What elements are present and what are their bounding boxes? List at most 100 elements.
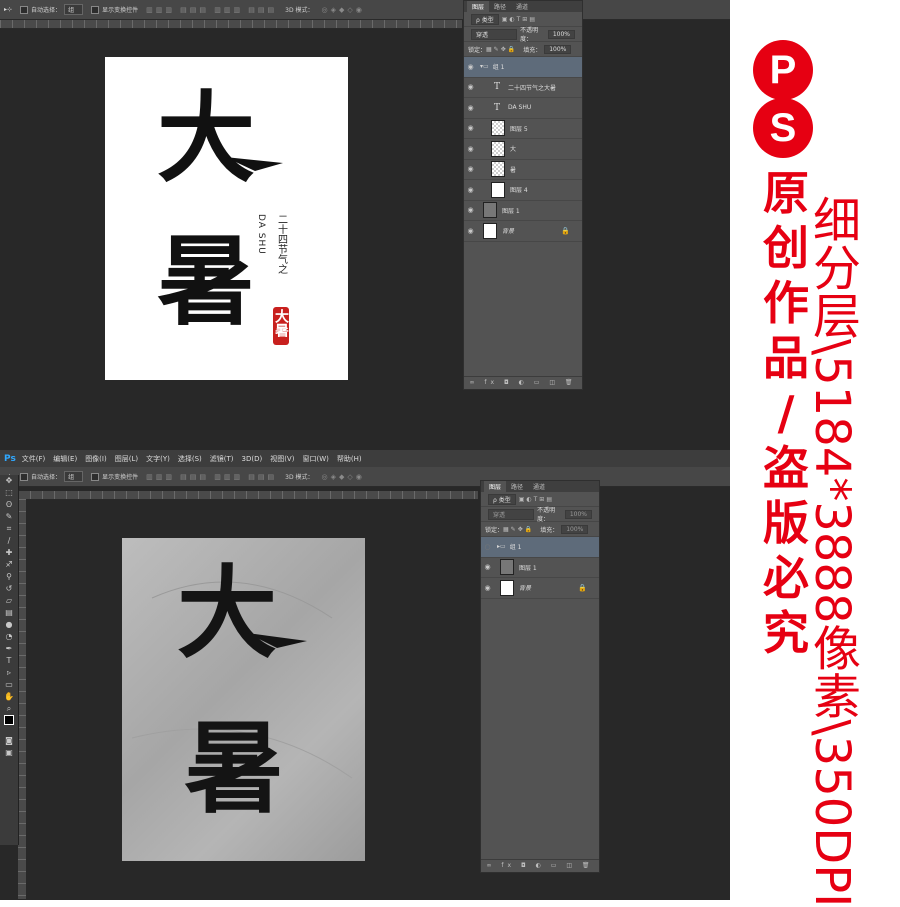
lock-icons[interactable]: ▦✎✥🔒 [486, 46, 517, 53]
gradient-tool-icon[interactable]: ▤ [0, 607, 18, 619]
show-transform-checkbox[interactable] [91, 472, 100, 481]
stamp-tool-icon[interactable]: ⚲ [0, 571, 18, 583]
layer-background[interactable]: ◉ 背景 🔒 [464, 221, 582, 242]
layer-text-title[interactable]: ◉ T 二十四节气之大暑 [464, 78, 582, 98]
show-transform-option[interactable]: 显示变换控件 [91, 5, 138, 14]
auto-select-checkbox[interactable] [20, 472, 29, 481]
menu-window[interactable]: 窗口(W) [302, 454, 328, 464]
auto-select-option[interactable]: 自动选择：组 [20, 471, 84, 482]
3d-mode-label: 3D 模式： [285, 474, 314, 481]
menu-select[interactable]: 选择(S) [178, 454, 202, 464]
3d-mode-icons[interactable]: ◎◈◆◇◉ [322, 473, 365, 481]
eye-icon[interactable]: ◉ [464, 83, 477, 91]
color-swatch-icon[interactable] [0, 715, 18, 735]
eye-icon[interactable]: ◉ [464, 63, 477, 71]
layer-1[interactable]: ◉ 图层 1 [481, 558, 599, 578]
menu-layer[interactable]: 图层(L) [115, 454, 138, 464]
eye-icon[interactable]: ◉ [464, 227, 477, 235]
menu-image[interactable]: 图像(I) [85, 454, 107, 464]
folder-open-icon[interactable]: ▾▭ [480, 63, 489, 70]
auto-select-checkbox[interactable] [20, 5, 29, 14]
eye-icon[interactable]: ◉ [464, 186, 477, 194]
layer-group-1[interactable]: ○ ▸▭ 组 1 [481, 537, 599, 558]
menu-edit[interactable]: 编辑(E) [53, 454, 77, 464]
eyedropper-tool-icon[interactable]: ∕ [0, 535, 18, 547]
blend-mode-dropdown[interactable]: 穿透 [471, 28, 518, 40]
filter-icons[interactable]: ▣◐T⊞▤ [519, 496, 554, 503]
eye-hidden-icon[interactable]: ○ [481, 543, 494, 551]
tab-channels[interactable]: 通道 [511, 1, 533, 12]
tab-channels[interactable]: 通道 [528, 481, 550, 492]
filter-icons[interactable]: ▣◐T⊞▤ [502, 16, 537, 23]
auto-select-dropdown[interactable]: 组 [64, 471, 84, 482]
opacity-input[interactable]: 100% [564, 509, 592, 519]
layer-5[interactable]: ◉ 图层 5 [464, 119, 582, 139]
eye-icon[interactable]: ◉ [464, 145, 477, 153]
eye-icon[interactable]: ◉ [481, 563, 494, 571]
path-select-tool-icon[interactable]: ▹ [0, 667, 18, 679]
eye-icon[interactable]: ◉ [464, 104, 477, 112]
move-tool-icon[interactable]: ▸⊹ [4, 6, 12, 13]
eye-icon[interactable]: ◉ [464, 124, 477, 132]
quick-mask-icon[interactable]: ◙ [0, 735, 18, 747]
layer-filter-dropdown[interactable]: ρ 类型 [471, 13, 499, 25]
3d-mode-icons[interactable]: ◎◈◆◇◉ [322, 6, 365, 14]
layer-text-dashu[interactable]: ◉ T DA SHU [464, 98, 582, 119]
align-buttons-icon[interactable]: ▥▥▥ ▤▤▤ ▥▥▥ ▤▤▤ [146, 6, 277, 14]
eraser-tool-icon[interactable]: ▱ [0, 595, 18, 607]
layer-da[interactable]: ◉ 大 [464, 139, 582, 160]
layer-group-1[interactable]: ◉ ▾▭ 组 1 [464, 57, 582, 78]
pen-tool-icon[interactable]: ✒ [0, 643, 18, 655]
move-tool-icon[interactable]: ✥ [0, 475, 18, 487]
menu-help[interactable]: 帮助(H) [337, 454, 362, 464]
fill-input[interactable]: 100% [561, 524, 589, 534]
blend-mode-dropdown[interactable]: 穿透 [488, 508, 535, 520]
shape-tool-icon[interactable]: ▭ [0, 679, 18, 691]
eye-icon[interactable]: ◉ [464, 206, 477, 214]
opacity-input[interactable]: 100% [547, 29, 575, 39]
menu-filter[interactable]: 滤镜(T) [210, 454, 234, 464]
layer-4[interactable]: ◉ 图层 4 [464, 180, 582, 201]
auto-select-option[interactable]: 自动选择：组 [20, 4, 84, 15]
marquee-tool-icon[interactable]: ⬚ [0, 487, 18, 499]
brush-tool-icon[interactable]: ♐ [0, 559, 18, 571]
blur-tool-icon[interactable]: ● [0, 619, 18, 631]
vertical-ruler [18, 499, 26, 899]
layers-panel-footer-icons[interactable]: ∞ fx ◘ ◐ ▭ ◫ 🗑 [464, 376, 582, 389]
show-transform-checkbox[interactable] [91, 5, 100, 14]
tab-layers[interactable]: 图层 [484, 481, 507, 492]
calligraphy-photo-canvas[interactable]: 大 暑 [122, 538, 365, 861]
layer-filter-dropdown[interactable]: ρ 类型 [488, 493, 516, 505]
menu-type[interactable]: 文字(Y) [146, 454, 170, 464]
healing-tool-icon[interactable]: ✚ [0, 547, 18, 559]
layer-shu[interactable]: ◉ 暑 [464, 160, 582, 180]
layer-background[interactable]: ◉ 背景 🔒 [481, 578, 599, 599]
menu-view[interactable]: 视图(V) [270, 454, 294, 464]
lock-icons[interactable]: ▦✎✥🔒 [503, 526, 534, 533]
layers-panel-footer-icons[interactable]: ∞ fx ◘ ◐ ▭ ◫ 🗑 [481, 859, 599, 872]
type-tool-icon[interactable]: T [0, 655, 18, 667]
hand-tool-icon[interactable]: ✋ [0, 691, 18, 703]
folder-closed-icon[interactable]: ▸▭ [497, 543, 506, 550]
align-buttons-icon[interactable]: ▥▥▥ ▤▤▤ ▥▥▥ ▤▤▤ [146, 473, 277, 481]
zoom-tool-icon[interactable]: ⌕ [0, 703, 18, 715]
poster-canvas[interactable]: 大 暑 二十四节气之 DA SHU 大暑 [105, 57, 348, 380]
auto-select-dropdown[interactable]: 组 [64, 4, 84, 15]
show-transform-option[interactable]: 显示变换控件 [91, 472, 138, 481]
layer-1[interactable]: ◉ 图层 1 [464, 201, 582, 221]
menu-3d[interactable]: 3D(D) [242, 455, 263, 463]
history-brush-tool-icon[interactable]: ↺ [0, 583, 18, 595]
screen-mode-icon[interactable]: ▣ [0, 747, 18, 759]
lasso-tool-icon[interactable]: ʘ [0, 499, 18, 511]
crop-tool-icon[interactable]: ⌗ [0, 523, 18, 535]
eye-icon[interactable]: ◉ [464, 165, 477, 173]
tab-paths[interactable]: 路径 [506, 481, 528, 492]
eye-icon[interactable]: ◉ [481, 584, 494, 592]
fill-input[interactable]: 100% [544, 44, 572, 54]
tab-paths[interactable]: 路径 [489, 1, 511, 12]
lock-row: 锁定： ▦✎✥🔒 填充： 100% [464, 42, 582, 57]
dodge-tool-icon[interactable]: ◔ [0, 631, 18, 643]
quick-select-tool-icon[interactable]: ✎ [0, 511, 18, 523]
menu-file[interactable]: 文件(F) [22, 454, 46, 464]
tab-layers[interactable]: 图层 [467, 1, 490, 12]
